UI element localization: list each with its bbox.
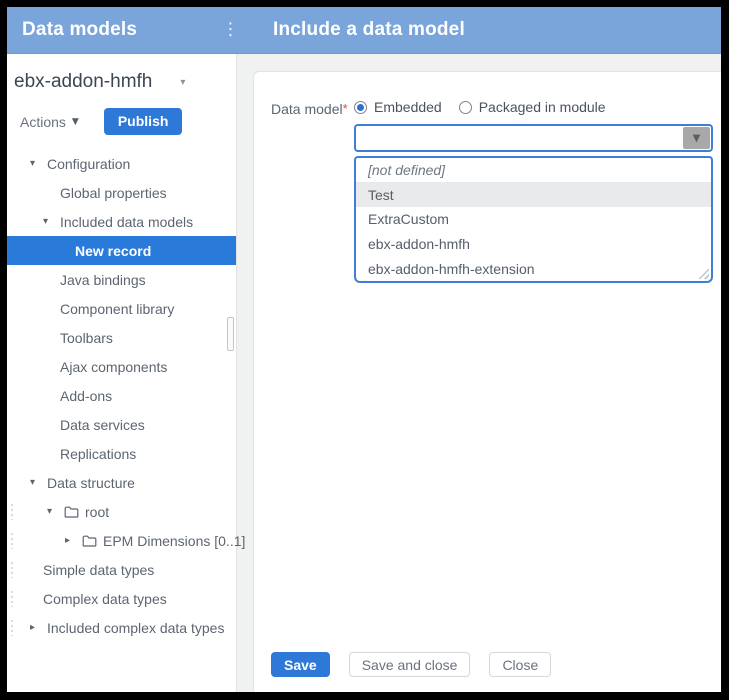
sidebar-item-add-ons[interactable]: Add-ons bbox=[7, 381, 236, 410]
save-and-close-button[interactable]: Save and close bbox=[349, 652, 471, 677]
sidebar: ebx-addon-hmfh ▾ Actions ▼ Publish ▾ Conf… bbox=[7, 54, 237, 692]
sidebar-item-label: Data services bbox=[60, 417, 145, 433]
caret-down-icon[interactable]: ▾ bbox=[43, 216, 56, 227]
caret-down-icon[interactable]: ▾ bbox=[30, 477, 43, 488]
sidebar-item-label: Global properties bbox=[60, 185, 167, 201]
sidebar-item-replications[interactable]: Replications bbox=[7, 439, 236, 468]
sidebar-item-label: Ajax components bbox=[60, 359, 167, 375]
sidebar-item-data-structure[interactable]: ▾ Data structure bbox=[7, 468, 236, 497]
publish-button[interactable]: Publish bbox=[104, 108, 183, 135]
app-window: Data models ⋮ Include a data model ebx-a… bbox=[7, 7, 721, 692]
sidebar-item-java-bindings[interactable]: Java bindings bbox=[7, 265, 236, 294]
sidebar-tree: ▾ Configuration Global properties ▾ Included… bbox=[7, 149, 236, 642]
sidebar-item-label: Component library bbox=[60, 301, 174, 317]
field-label: Data model* bbox=[271, 98, 354, 117]
sidebar-scrollbar-thumb[interactable] bbox=[227, 317, 234, 351]
sidebar-item-label: root bbox=[85, 504, 109, 520]
form-footer: Save Save and close Close bbox=[254, 652, 721, 692]
caret-down-icon[interactable]: ▾ bbox=[30, 158, 43, 169]
sidebar-title: Data models bbox=[22, 19, 137, 41]
radio-packaged-in-module[interactable]: Packaged in module bbox=[459, 99, 606, 115]
sidebar-item-label: Toolbars bbox=[60, 330, 113, 346]
folder-icon bbox=[64, 506, 79, 518]
sidebar-item-component-library[interactable]: Component library bbox=[7, 294, 236, 323]
dropdown-option-label: [not defined] bbox=[368, 162, 445, 178]
sidebar-item-label: Included data models bbox=[60, 214, 193, 230]
dropdown-option-label: ExtraCustom bbox=[368, 211, 449, 227]
field-column: Embedded Packaged in module ▼ bbox=[354, 98, 713, 283]
main-area: Data model* Embedded Packaged in m bbox=[237, 54, 721, 692]
sidebar-item-configuration[interactable]: ▾ Configuration bbox=[7, 149, 236, 178]
dropdown-option-label: Test bbox=[368, 187, 394, 203]
radio-icon bbox=[459, 101, 472, 114]
sidebar-item-label: New record bbox=[75, 243, 151, 259]
sidebar-header: Data models ⋮ bbox=[7, 7, 252, 53]
sidebar-item-epm-dimensions-0-1[interactable]: ▸EPM Dimensions [0..1] bbox=[7, 526, 236, 555]
folder-icon bbox=[82, 535, 97, 547]
dropdown-option-label: ebx-addon-hmfh-extension bbox=[368, 261, 535, 277]
form-body: Data model* Embedded Packaged in m bbox=[254, 72, 721, 283]
dropdown-option-ebx-addon-hmfh[interactable]: ebx-addon-hmfh bbox=[356, 232, 711, 257]
close-button[interactable]: Close bbox=[489, 652, 551, 677]
sidebar-item-label: Java bindings bbox=[60, 272, 146, 288]
sidebar-item-root[interactable]: ▾ root bbox=[7, 497, 236, 526]
required-marker: * bbox=[343, 101, 348, 116]
sidebar-item-included-data-models[interactable]: ▾ Included data models bbox=[7, 207, 236, 236]
sidebar-item-label: EPM Dimensions [0..1] bbox=[103, 533, 245, 549]
radio-embedded[interactable]: Embedded bbox=[354, 99, 442, 115]
form-panel: Data model* Embedded Packaged in m bbox=[253, 71, 721, 692]
dropdown-option-ebx-addon-hmfh-extension[interactable]: ebx-addon-hmfh-extension bbox=[356, 256, 711, 281]
dropdown-list: [not defined] Test ExtraCustom ebx-addon-hm… bbox=[354, 156, 713, 283]
sidebar-item-label: Included complex data types bbox=[47, 620, 224, 636]
sidebar-item-label: Simple data types bbox=[43, 562, 154, 578]
sidebar-item-label: Add-ons bbox=[60, 388, 112, 404]
data-model-field: Data model* Embedded Packaged in m bbox=[271, 98, 713, 283]
radio-label: Packaged in module bbox=[479, 99, 606, 115]
kebab-menu-icon[interactable]: ⋮ bbox=[218, 19, 243, 42]
actions-menu[interactable]: Actions ▼ bbox=[20, 114, 79, 130]
sidebar-item-toolbars[interactable]: Toolbars bbox=[7, 323, 236, 352]
sidebar-item-label: Data structure bbox=[47, 475, 135, 491]
sidebar-item-ajax-components[interactable]: Ajax components bbox=[7, 352, 236, 381]
actions-label: Actions bbox=[20, 114, 66, 130]
page-title: Include a data model bbox=[273, 19, 465, 41]
actions-row: Actions ▼ Publish bbox=[20, 108, 236, 135]
chevron-down-icon: ▾ bbox=[180, 77, 185, 88]
sidebar-item-global-properties[interactable]: Global properties bbox=[7, 178, 236, 207]
sidebar-item-simple-data-types[interactable]: Simple data types bbox=[7, 555, 236, 584]
model-selector[interactable]: ebx-addon-hmfh ▾ bbox=[14, 71, 236, 93]
combobox-dropdown-button[interactable]: ▼ bbox=[683, 127, 710, 149]
radio-label: Embedded bbox=[374, 99, 442, 115]
main-header: Include a data model bbox=[252, 7, 721, 53]
dropdown-option-extracustom[interactable]: ExtraCustom bbox=[356, 207, 711, 232]
dropdown-option-not-defined[interactable]: [not defined] bbox=[356, 158, 711, 183]
caret-right-icon[interactable]: ▸ bbox=[30, 622, 43, 633]
sidebar-item-data-services[interactable]: Data services bbox=[7, 410, 236, 439]
save-button[interactable]: Save bbox=[271, 652, 330, 677]
data-model-combobox[interactable]: ▼ bbox=[354, 124, 713, 152]
model-name: ebx-addon-hmfh bbox=[14, 71, 152, 93]
sidebar-item-label: Replications bbox=[60, 446, 136, 462]
radio-icon bbox=[354, 101, 367, 114]
sidebar-item-label: Complex data types bbox=[43, 591, 167, 607]
caret-right-icon[interactable]: ▸ bbox=[65, 535, 78, 546]
field-label-text: Data model bbox=[271, 101, 343, 117]
sidebar-item-complex-data-types[interactable]: Complex data types bbox=[7, 584, 236, 613]
dropdown-option-test[interactable]: Test bbox=[356, 183, 711, 208]
sidebar-item-label: Configuration bbox=[47, 156, 130, 172]
radio-group: Embedded Packaged in module bbox=[354, 99, 713, 115]
sidebar-item-new-record[interactable]: New record bbox=[7, 236, 236, 265]
chevron-down-icon: ▼ bbox=[72, 117, 79, 127]
dropdown-option-label: ebx-addon-hmfh bbox=[368, 236, 470, 252]
top-header: Data models ⋮ Include a data model bbox=[7, 7, 721, 54]
sidebar-item-included-complex-data-types[interactable]: ▸ Included complex data types bbox=[7, 613, 236, 642]
chevron-down-icon: ▼ bbox=[693, 133, 701, 144]
caret-down-icon[interactable]: ▾ bbox=[47, 506, 60, 517]
